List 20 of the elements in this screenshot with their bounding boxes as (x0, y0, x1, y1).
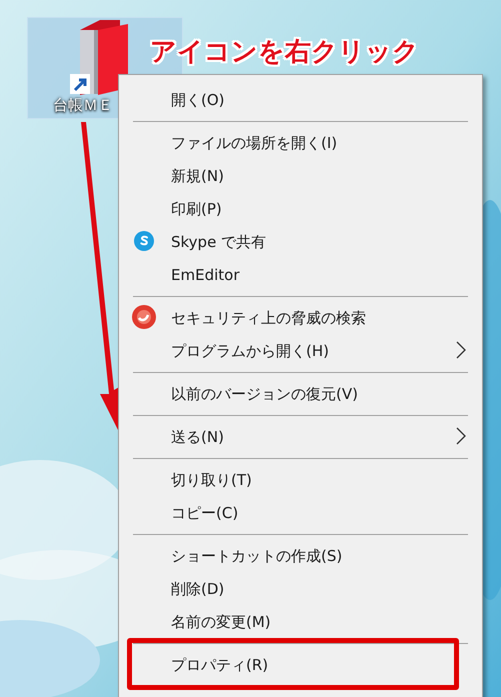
menu-item[interactable]: 以前のバージョンの復元(V) (171, 384, 358, 404)
shield-scan-icon (131, 304, 157, 330)
menu-item[interactable]: 名前の変更(M) (171, 612, 271, 632)
menu-item[interactable]: Skype で共有 (171, 232, 266, 252)
menu-item[interactable]: 削除(D) (171, 578, 224, 598)
menu-item[interactable]: コピー(C) (171, 502, 238, 522)
menu-item[interactable]: ファイルの場所を開く(I) (171, 132, 338, 152)
menu-item[interactable]: プログラムから開く(H) (171, 340, 329, 360)
menu-item[interactable]: 送る(N) (171, 426, 224, 446)
menu-item[interactable]: 印刷(P) (171, 198, 222, 218)
menu-item[interactable]: セキュリティ上の脅威の検索 (171, 308, 366, 328)
menu-item[interactable]: プロパティ(R) (171, 654, 268, 674)
menu-item[interactable]: EmEditor (171, 264, 240, 284)
menu-item[interactable]: ショートカットの作成(S) (171, 546, 342, 566)
annotation-text: アイコンを右クリック (150, 36, 419, 68)
menu-item[interactable]: 切り取り(T) (171, 470, 252, 490)
icon-label: 台帳ＭＥ (53, 96, 113, 114)
menu-item[interactable]: 開く(O) (171, 90, 225, 110)
skype-icon (133, 230, 155, 252)
menu-item[interactable]: 新規(N) (171, 166, 224, 186)
